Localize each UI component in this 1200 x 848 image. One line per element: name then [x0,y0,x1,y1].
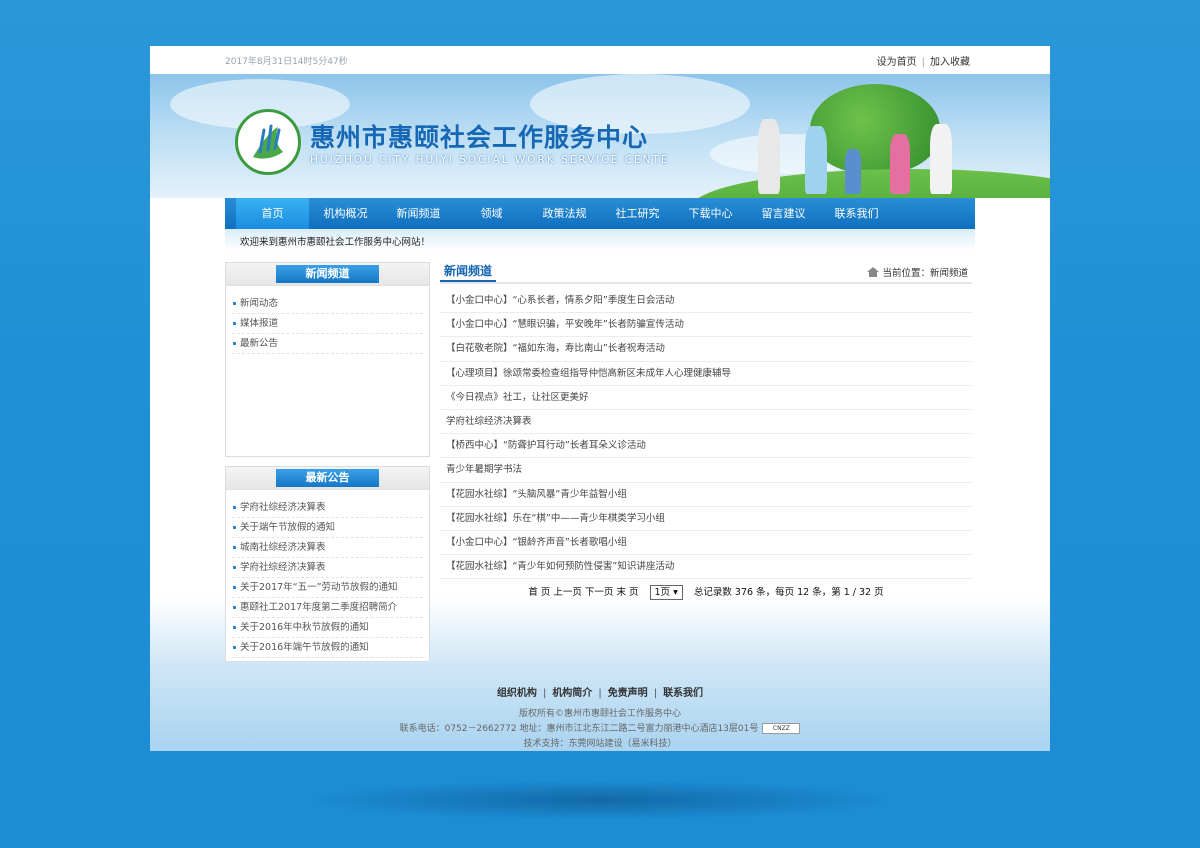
family-photo [805,126,827,194]
family-photo [845,149,861,194]
logo-icon [235,109,301,175]
notice-item[interactable]: 关于2016年中秋节放假的通知 [232,618,423,638]
page-frame: 2017年8月31日14时5分47秒 设为首页 | 加入收藏 惠州市惠颐社会工作服务… [150,46,1050,751]
news-item[interactable]: 【花园水社综】“头脑风暴”青少年益智小组 [440,483,972,507]
main-header: 新闻频道 当前位置：新闻频道 [440,262,972,284]
sidebar-news-item[interactable]: 新闻动态 [232,294,423,314]
site-title-en: HUIZHOU CITY HUIYI SOCIAL WORK SERVICE C… [310,154,670,166]
footer-link-contact[interactable]: 联系我们 [663,688,703,699]
footer-contact: 联系电话：0752－2662772 地址：惠州市江北东江二路二号富力丽港中心酒店… [150,721,1050,734]
sidebar-notice-box: 最新公告 学府社综经济决算表 关于端午节放假的通知 城南社综经济决算表 学府社综… [225,466,430,662]
sidebar-news-item[interactable]: 最新公告 [232,334,423,354]
nav-policy[interactable]: 政策法规 [528,198,601,229]
sidebar-news-header: 新闻频道 [226,263,429,286]
news-item[interactable]: 【心理项目】徐颂常委检查组指导仲恺高新区未成年人心理健康辅导 [440,362,972,386]
notice-item[interactable]: 学府社综经济决算表 [232,498,423,518]
welcome-bar: 欢迎来到惠州市惠颐社会工作服务中心网站！ [225,229,975,251]
news-item[interactable]: 青少年暑期学书法 [440,458,972,483]
family-photo [890,134,910,194]
welcome-text: 欢迎来到惠州市惠颐社会工作服务中心网站！ [240,237,431,248]
pager-links[interactable]: 首 页 上一页 下一页 末 页 [528,587,638,598]
hill-image [690,169,1050,198]
footer-link-disclaimer[interactable]: 免责声明 [608,688,648,699]
nav-news[interactable]: 新闻频道 [382,198,455,229]
page-select-value: 1页 [654,587,671,598]
news-item[interactable]: 【花园水社综】“青少年如何预防性侵害”知识讲座活动 [440,555,972,580]
breadcrumb-text: 当前位置：新闻频道 [882,268,968,279]
news-item[interactable]: 【花园水社综】乐在“棋”中——青少年棋类学习小组 [440,507,972,531]
breadcrumb: 当前位置：新闻频道 [867,265,968,279]
news-item[interactable]: 【小金口中心】“银龄齐声音”长者歌唱小组 [440,531,972,556]
sidebar-notice-header: 最新公告 [226,467,429,490]
news-item[interactable]: 【桥西中心】“防聋护耳行动”长者耳朵义诊活动 [440,434,972,459]
nav-message[interactable]: 留言建议 [747,198,820,229]
pagination: 首 页 上一页 下一页 末 页 1页 ▾ 总记录数 376 条，每页 12 条，… [440,584,972,600]
footer-support: 技术支持：东莞网站建设（易米科技） [523,739,677,749]
background-shadow [300,780,900,820]
sidebar-notice-title: 最新公告 [276,469,379,487]
main-title: 新闻频道 [440,262,497,282]
nav-fields[interactable]: 领域 [455,198,528,229]
footer-link-intro[interactable]: 机构简介 [552,688,592,699]
news-item[interactable]: 【小金口中心】“心系长者，情系夕阳”季度生日会活动 [440,289,972,314]
notice-item[interactable]: 学府社综经济决算表 [232,558,423,578]
family-photo [930,124,952,194]
sidebar-news-box: 新闻频道 新闻动态 媒体报道 最新公告 [225,262,430,457]
nav-contact[interactable]: 联系我们 [820,198,893,229]
current-date: 2017年8月31日14时5分47秒 [225,57,348,67]
dropdown-arrow-icon: ▾ [673,587,678,598]
nav-download[interactable]: 下载中心 [674,198,747,229]
notice-item[interactable]: 关于2016年端午节放假的通知 [232,638,423,658]
footer-link-org[interactable]: 组织机构 [497,688,537,699]
nav-research[interactable]: 社工研究 [601,198,674,229]
top-bar: 2017年8月31日14时5分47秒 设为首页 | 加入收藏 [150,46,1050,75]
news-item[interactable]: 【小金口中心】“慧眼识骗，平安晚年”长者防骗宣传活动 [440,313,972,338]
nav-home[interactable]: 首页 [236,198,309,229]
nav-about[interactable]: 机构概况 [309,198,382,229]
sidebar-news-title: 新闻频道 [276,265,379,283]
add-favorite-link[interactable]: 加入收藏 [930,57,970,68]
notice-item[interactable]: 惠颐社工2017年度第二季度招聘简介 [232,598,423,618]
news-list: 【小金口中心】“心系长者，情系夕阳”季度生日会活动 【小金口中心】“慧眼识骗，平… [440,289,972,580]
sidebar-news-item[interactable]: 媒体报道 [232,314,423,334]
set-home-link[interactable]: 设为首页 [877,57,917,68]
notice-item[interactable]: 城南社综经济决算表 [232,538,423,558]
footer-contact-text: 联系电话：0752－2662772 地址：惠州市江北东江二路二号富力丽港中心酒店… [399,724,759,734]
top-links: 设为首页 | 加入收藏 [876,57,970,68]
family-photo [758,119,780,194]
notice-item[interactable]: 关于2017年“五一”劳动节放假的通知 [232,578,423,598]
news-item[interactable]: 学府社综经济决算表 [440,410,972,435]
pager-summary: 总记录数 376 条，每页 12 条，第 1 / 32 页 [693,587,884,598]
notice-item[interactable]: 关于端午节放假的通知 [232,518,423,538]
cnzz-badge[interactable]: CNZZ [762,723,801,734]
main-nav: 首页 机构概况 新闻频道 领域 政策法规 社工研究 下载中心 留言建议 联系我们 [225,198,975,229]
banner: 惠州市惠颐社会工作服务中心 HUIZHOU CITY HUIYI SOCIAL … [150,74,1050,198]
news-item[interactable]: 【白花敬老院】“福如东海，寿比南山”长者祝寿活动 [440,337,972,362]
footer-links: 组织机构 | 机构简介 | 免责声明 | 联系我们 [496,688,704,699]
site-title: 惠州市惠颐社会工作服务中心 [310,123,649,152]
news-item[interactable]: 《今日视点》社工，让社区更美好 [440,386,972,410]
footer-copyright: 版权所有©惠州市惠颐社会工作服务中心 [518,709,681,719]
heart-tree-image [810,84,940,174]
home-icon [867,267,880,277]
page-select[interactable]: 1页 ▾ [649,585,683,600]
